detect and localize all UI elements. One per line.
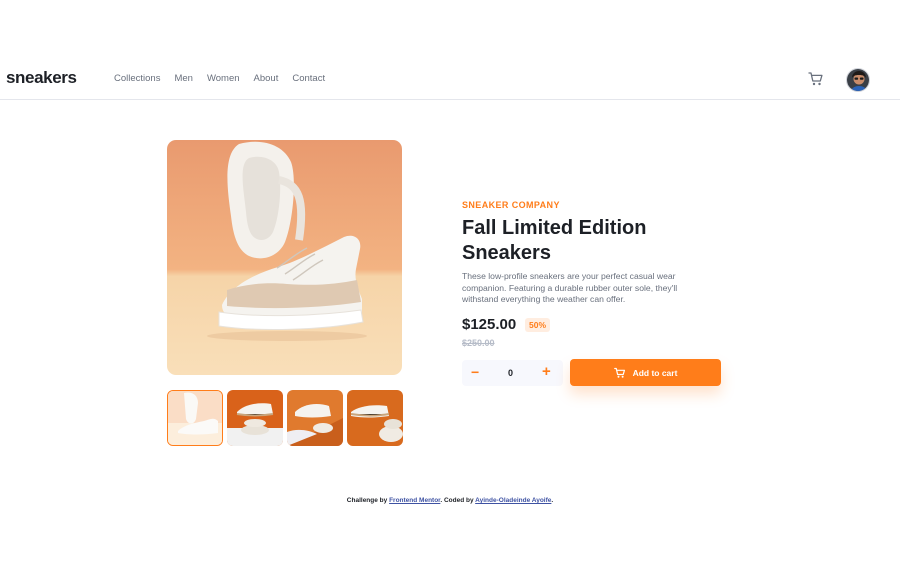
footer-prefix: Challenge by <box>346 497 388 504</box>
thumbnail-image <box>347 390 403 446</box>
add-to-cart-button[interactable]: Add to cart <box>570 359 721 386</box>
cart-icon <box>808 72 823 86</box>
logo[interactable]: sneakers <box>6 68 77 88</box>
site-header: sneakers Collections Men Women About Con… <box>0 58 900 100</box>
plus-icon[interactable]: + <box>542 363 551 380</box>
minus-icon[interactable]: − <box>471 364 479 380</box>
sneaker-photo <box>167 140 402 375</box>
frontend-mentor-link[interactable]: Frontend Mentor <box>389 497 440 504</box>
nav-contact[interactable]: Contact <box>292 73 325 84</box>
thumbnail-2[interactable] <box>227 390 283 446</box>
cart-button[interactable] <box>808 71 824 87</box>
thumbnail-3[interactable] <box>287 390 343 446</box>
company-label: SNEAKER COMPANY <box>462 200 560 210</box>
thumbnail-image <box>287 390 343 446</box>
discount-badge: 50% <box>525 318 551 332</box>
thumbnail-4[interactable] <box>347 390 403 446</box>
attribution-footer: Challenge by Frontend Mentor. Coded by A… <box>0 497 900 504</box>
thumbnail-image <box>168 391 222 445</box>
quantity-value: 0 <box>508 368 514 378</box>
thumbnail-image <box>227 390 283 446</box>
thumbnail-1[interactable] <box>167 390 223 446</box>
nav-collections[interactable]: Collections <box>114 73 160 84</box>
product-description: These low-profile sneakers are your perf… <box>462 271 678 304</box>
quantity-stepper: − 0 + <box>462 360 563 386</box>
footer-suffix: . <box>551 497 554 504</box>
author-link[interactable]: Ayinde-Oladeinde Ayoife <box>475 497 551 504</box>
current-price: $125.00 <box>462 316 517 333</box>
product-main-image[interactable] <box>167 140 402 375</box>
add-to-cart-label: Add to cart <box>632 367 678 378</box>
cart-icon <box>613 367 625 378</box>
original-price: $250.00 <box>462 338 495 348</box>
footer-middle: . Coded by <box>440 497 474 504</box>
nav-women[interactable]: Women <box>207 73 240 84</box>
user-avatar[interactable] <box>846 68 870 92</box>
nav-men[interactable]: Men <box>174 73 192 84</box>
product-title: Fall Limited Edition Sneakers <box>462 217 647 264</box>
thumbnail-strip <box>167 390 403 446</box>
nav-about[interactable]: About <box>254 73 279 84</box>
main-nav: Collections Men Women About Contact <box>114 73 325 84</box>
